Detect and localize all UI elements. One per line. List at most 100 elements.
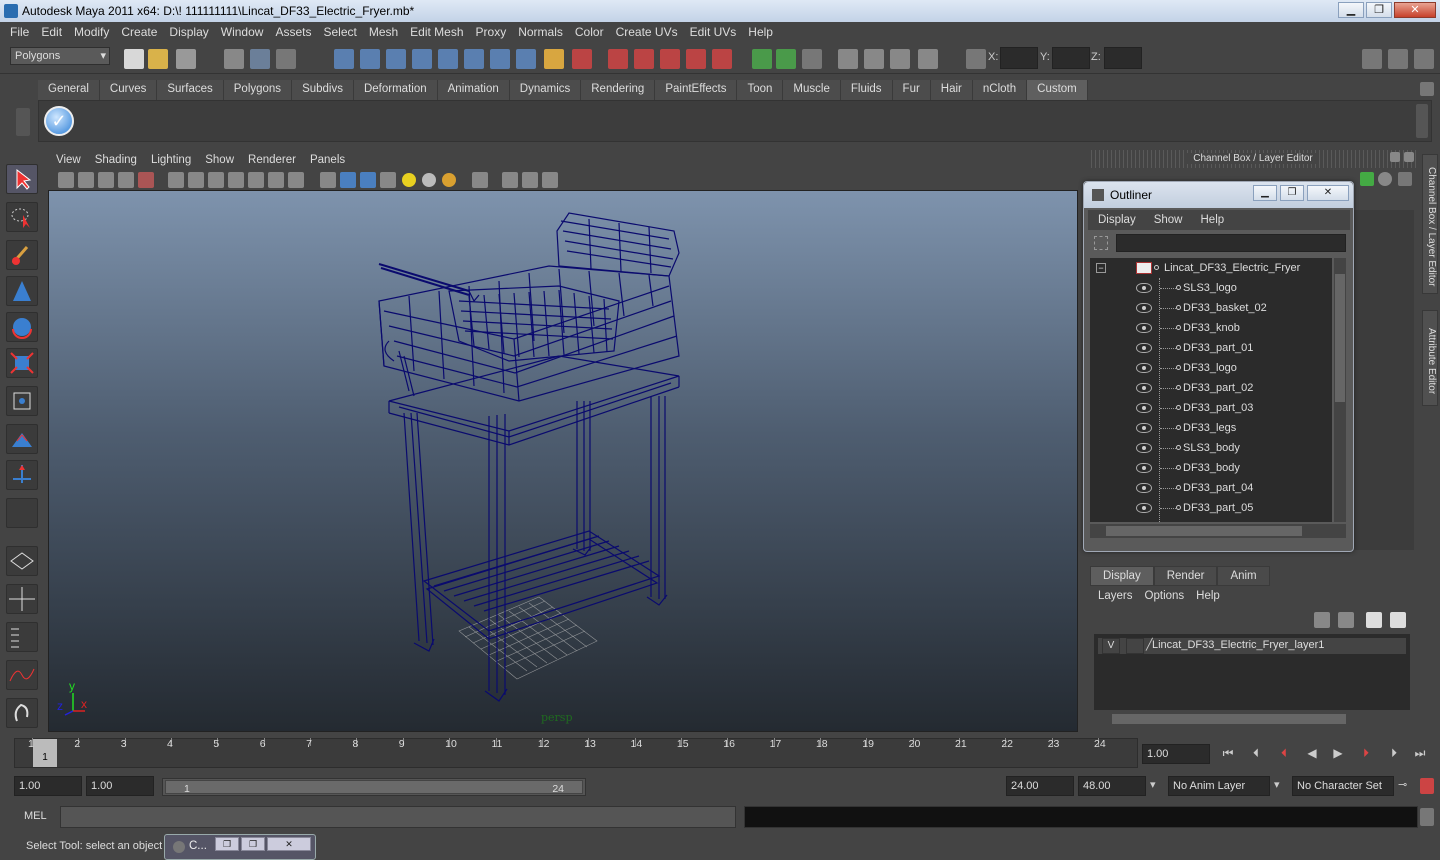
select-hierarchy-icon[interactable] [224, 49, 244, 69]
viewport-menu-lighting[interactable]: Lighting [145, 154, 199, 166]
wireframe-icon[interactable] [320, 172, 336, 188]
soft-modification-icon[interactable] [6, 424, 38, 454]
menu-normals[interactable]: Normals [512, 25, 569, 39]
outliner-item[interactable]: SLS3_body [1090, 438, 1332, 458]
tab-attribute-editor[interactable]: Attribute Editor [1422, 310, 1438, 406]
lock-icon[interactable] [544, 49, 564, 69]
rotate-tool-icon[interactable] [6, 312, 38, 342]
start-time-field[interactable]: 1.00 [14, 776, 82, 796]
menu-edit-uvs[interactable]: Edit UVs [684, 25, 743, 39]
x-field[interactable] [1000, 47, 1038, 69]
end-time-field[interactable]: 48.00 [1078, 776, 1146, 796]
shelf-tab-deformation[interactable]: Deformation [353, 80, 438, 100]
snap-grid-icon[interactable] [334, 49, 354, 69]
outliner-list[interactable]: − Lincat_DF33_Electric_Fryer SLS3_logo D… [1090, 258, 1332, 522]
hypershade-icon[interactable] [838, 49, 858, 69]
film-gate-icon[interactable] [188, 172, 204, 188]
outliner-layout-icon[interactable] [6, 622, 38, 652]
shelf-tab-general[interactable]: General [38, 80, 100, 100]
shelf-scroll-icon[interactable] [1416, 104, 1428, 138]
shelf-tab-painteffects[interactable]: PaintEffects [655, 80, 738, 100]
highlight-selection-icon[interactable] [572, 49, 592, 69]
textured-icon[interactable] [380, 172, 396, 188]
menu-window[interactable]: Window [215, 25, 270, 39]
tab-display-layers[interactable]: Display [1090, 566, 1154, 586]
paint-select-tool-icon[interactable] [6, 240, 38, 270]
tool-settings-toggle-icon[interactable] [1388, 49, 1408, 69]
graph-icon[interactable] [918, 49, 938, 69]
live-surface-icon[interactable] [712, 49, 732, 69]
maximize-button[interactable]: ❐ [1366, 2, 1392, 18]
clapperboard-icon[interactable] [864, 49, 884, 69]
outliner-item[interactable]: DF33_part_03 [1090, 398, 1332, 418]
current-time-field[interactable]: 1.00 [1142, 744, 1210, 764]
minimized-window-button[interactable]: C... ❐ ❐ ✕ [164, 834, 316, 860]
range-slider[interactable]: 1 24 [162, 778, 586, 796]
resolution-gate-icon[interactable] [208, 172, 224, 188]
shelf-tab-fluids[interactable]: Fluids [840, 80, 893, 100]
open-scene-icon[interactable] [148, 49, 168, 69]
soft-select-icon[interactable] [634, 49, 654, 69]
layer-editor-icon[interactable] [1378, 172, 1392, 186]
select-component-icon[interactable] [276, 49, 296, 69]
move-tool-icon[interactable] [6, 276, 38, 306]
ipr-render-icon[interactable] [776, 49, 796, 69]
outliner-item[interactable]: DF33_logo [1090, 358, 1332, 378]
layer-list[interactable]: V ╱ Lincat_DF33_Electric_Fryer_layer1 [1094, 634, 1410, 710]
perspective-viewport[interactable]: y x z persp [48, 190, 1078, 732]
command-input[interactable] [60, 806, 736, 828]
use-default-light-icon[interactable] [402, 173, 416, 187]
anim-layer-dropdown-icon[interactable]: ▾ [1150, 778, 1166, 796]
z-field[interactable] [1104, 47, 1142, 69]
outliner-item-root[interactable]: − Lincat_DF33_Electric_Fryer [1090, 258, 1332, 278]
trash-icon[interactable] [1420, 82, 1434, 96]
outliner-item[interactable]: DF33_part_04 [1090, 478, 1332, 498]
isolate-select-icon[interactable] [472, 172, 488, 188]
shelf-tab-polygons[interactable]: Polygons [223, 80, 293, 100]
xray-icon[interactable] [502, 172, 518, 188]
shelf-tab-fur[interactable]: Fur [892, 80, 931, 100]
outliner-menu-display[interactable]: Display [1088, 214, 1144, 226]
viewport-menu-view[interactable]: View [50, 154, 89, 166]
character-set-field[interactable]: No Character Set [1292, 776, 1394, 796]
outliner-item[interactable]: SLS3_logo [1090, 278, 1332, 298]
safe-action-icon[interactable] [268, 172, 284, 188]
layer-horizontal-scrollbar[interactable] [1096, 712, 1408, 726]
new-layer-icon[interactable] [1366, 612, 1382, 628]
snap-surface-icon[interactable] [438, 49, 458, 69]
auto-key-icon[interactable]: ⊸ [1398, 778, 1414, 794]
move-layer-down-icon[interactable] [1338, 612, 1354, 628]
viewport-menu-show[interactable]: Show [199, 154, 242, 166]
menu-mesh[interactable]: Mesh [363, 25, 404, 39]
outliner-maximize-button[interactable]: ❐ [1280, 185, 1304, 201]
scale-tool-icon[interactable] [6, 348, 38, 378]
outliner-item[interactable]: DF33_part_02 [1090, 378, 1332, 398]
graph-editor-layout-icon[interactable] [6, 660, 38, 690]
go-to-end-icon[interactable]: ⏭ [1410, 746, 1430, 764]
select-by-component-icon[interactable] [490, 49, 510, 69]
show-manipulator-icon[interactable] [6, 460, 38, 490]
shelf-tab-dynamics[interactable]: Dynamics [509, 80, 582, 100]
outliner-item[interactable]: DF33_body [1090, 458, 1332, 478]
select-tool-icon[interactable] [6, 164, 38, 194]
render-settings-icon[interactable] [802, 49, 822, 69]
field-chart-icon[interactable] [248, 172, 264, 188]
wireframe-on-shaded-icon[interactable] [360, 172, 376, 188]
tab-anim-layers[interactable]: Anim [1217, 566, 1270, 586]
grid-toggle-icon[interactable] [168, 172, 184, 188]
close-panel-icon[interactable] [1404, 152, 1414, 162]
menu-create[interactable]: Create [115, 25, 163, 39]
new-layer-from-selected-icon[interactable] [1390, 612, 1406, 628]
outliner-menu-help[interactable]: Help [1191, 214, 1233, 226]
help-icon[interactable] [516, 49, 536, 69]
grease-pencil-icon[interactable] [138, 172, 154, 188]
snap-view-icon[interactable] [412, 49, 432, 69]
layer-menu-layers[interactable]: Layers [1092, 590, 1139, 602]
four-pane-layout-icon[interactable] [6, 584, 38, 614]
new-scene-icon[interactable] [124, 49, 144, 69]
float-panel-icon[interactable] [1390, 152, 1400, 162]
camera-attributes-icon[interactable] [78, 172, 94, 188]
select-by-type-icon[interactable] [464, 49, 484, 69]
playback-start-field[interactable]: 1.00 [86, 776, 154, 796]
shelf-tab-hair[interactable]: Hair [930, 80, 973, 100]
